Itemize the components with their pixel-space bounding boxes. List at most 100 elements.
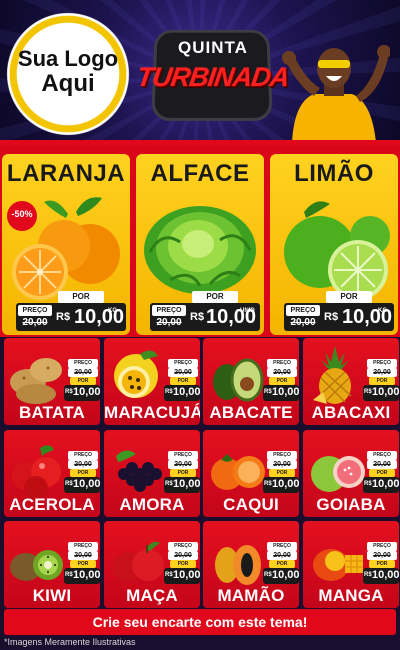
product-card[interactable]: PREÇO 20,00 POR R$ 10,00 MANGA — [303, 521, 399, 608]
logo-line-2: Aqui — [41, 70, 95, 97]
preco-label: PREÇO — [68, 542, 98, 551]
kiwi-icon — [10, 550, 63, 581]
currency: R$ — [190, 311, 205, 323]
preco-label: PREÇO — [168, 359, 198, 368]
por-label: POR — [369, 560, 395, 568]
product-name: BATATA — [18, 403, 86, 422]
lettuce-icon — [144, 206, 256, 294]
price-tag: R$ 10,00 — [363, 385, 399, 401]
price-value: 10,00 — [272, 569, 299, 581]
avocado-icon — [213, 358, 264, 402]
por-label: POR — [269, 377, 295, 385]
product-name: ACEROLA — [9, 495, 95, 514]
price-value: 10,00 — [173, 386, 200, 398]
product-card[interactable]: PREÇO 20,00 POR R$ 10,00 ACEROLA — [4, 430, 100, 517]
currency: R$ — [364, 389, 372, 395]
por-label: POR — [70, 377, 96, 385]
discount-label: -50% — [11, 209, 33, 219]
old-price: 20,00 — [156, 317, 182, 328]
lime-icon — [284, 201, 390, 300]
guava-icon — [311, 456, 365, 492]
currency: R$ — [65, 481, 73, 487]
por-label: POR — [70, 469, 96, 477]
preco-label: PREÇO — [367, 451, 397, 460]
por-label: POR — [170, 560, 196, 568]
product-card[interactable]: PREÇO 20,00 POR R$ 10,00 GOIABA — [303, 430, 399, 517]
currency: R$ — [264, 572, 272, 578]
preco-label: PREÇO — [18, 305, 52, 316]
celebrating-man-icon — [282, 45, 390, 143]
currency: R$ — [165, 572, 173, 578]
currency: R$ — [165, 389, 173, 395]
product-name: ABACAXI — [311, 403, 391, 422]
product-card[interactable]: PREÇO 20,00 POR R$ 10,00 KIWI — [4, 521, 100, 608]
old-price: 20,00 — [367, 368, 397, 377]
price-tag: R$ 10,00 — [164, 385, 200, 401]
currency: R$ — [264, 389, 272, 395]
logo-placeholder[interactable]: Sua Logo Aqui — [6, 46, 130, 96]
price-tag: R$ 10,00 — [363, 477, 399, 493]
featured-card-laranja[interactable]: LARANJA -50% POR PREÇO 20,00 R$ 10,00 KG — [2, 154, 130, 335]
price-tag: R$ 10,00 — [363, 568, 399, 584]
old-price: 20,00 — [290, 317, 316, 328]
header-banner: Sua Logo Aqui QUINTA TURBINADA — [0, 0, 400, 143]
apple-icon — [113, 541, 164, 582]
papaya-icon — [215, 545, 261, 585]
old-price: 20,00 — [367, 460, 397, 469]
por-label: POR — [170, 377, 196, 385]
old-price: 20,00 — [68, 368, 98, 377]
old-price: 20,00 — [168, 460, 198, 469]
price-value: 10,00 — [372, 569, 399, 581]
product-card[interactable]: PREÇO 20,00 POR R$ 10,00 AMORA — [104, 430, 200, 517]
price-tag: PREÇO 20,00 R$ 10,00 KG — [284, 303, 394, 331]
product-name: LARANJA — [6, 160, 126, 187]
por-label: POR — [369, 377, 395, 385]
price-tag: PREÇO 20,00 R$ 10,00 KG — [16, 303, 126, 331]
por-label: POR — [269, 560, 295, 568]
featured-card-limao[interactable]: LIMÃO POR PREÇO 20,00 R$ 10,00 KG — [270, 154, 398, 335]
product-card[interactable]: PREÇO 20,00 POR R$ 10,00 ABACATE — [203, 338, 299, 425]
preco-label: PREÇO — [168, 542, 198, 551]
por-label: POR — [369, 469, 395, 477]
price-tag: R$ 10,00 — [164, 568, 200, 584]
product-card[interactable]: PREÇO 20,00 POR R$ 10,00 BATATA — [4, 338, 100, 425]
product-name: CAQUI — [223, 495, 279, 514]
price-value: 10,00 — [372, 386, 399, 398]
product-name: MAMÃO — [217, 586, 285, 605]
product-name: ALFACE — [150, 160, 250, 187]
por-label: POR — [326, 291, 372, 303]
product-card[interactable]: PREÇO 20,00 POR R$ 10,00 MAMÃO — [203, 521, 299, 608]
price-value: 10,00 — [272, 478, 299, 490]
featured-card-alface[interactable]: ALFACE POR PREÇO 20,00 R$ 10,00 UNID — [136, 154, 264, 335]
logo-line-1: Sua Logo — [17, 46, 119, 71]
preco-label: PREÇO — [68, 359, 98, 368]
old-price: 20,00 — [267, 460, 297, 469]
product-name: MARACUJÁ — [104, 403, 200, 422]
price-unit: KG — [108, 308, 117, 314]
product-card[interactable]: PREÇO 20,00 POR R$ 10,00 MAÇA — [104, 521, 200, 608]
preco-label: PREÇO — [286, 305, 320, 316]
por-label: POR — [170, 469, 196, 477]
acerola-icon — [12, 445, 61, 500]
blackberry-icon — [116, 450, 162, 492]
price-tag: R$ 10,00 — [64, 477, 100, 493]
currency: R$ — [364, 572, 372, 578]
product-card[interactable]: PREÇO 20,00 POR R$ 10,00 MARACUJÁ — [104, 338, 200, 425]
price-value: 10,00 — [372, 478, 399, 490]
currency: R$ — [264, 481, 272, 487]
product-card[interactable]: PREÇO 20,00 POR R$ 10,00 CAQUI — [203, 430, 299, 517]
currency: R$ — [165, 481, 173, 487]
por-label: POR — [192, 291, 238, 303]
potato-icon — [10, 358, 62, 404]
price-value: 10,00 — [173, 569, 200, 581]
flyer: Sua Logo Aqui QUINTA TURBINADA LARANJA -… — [0, 0, 400, 650]
currency: R$ — [65, 572, 73, 578]
cta-button[interactable]: Crie seu encarte com este tema! — [4, 609, 396, 635]
price-unit: KG — [378, 308, 387, 314]
badge-bottom-text: TURBINADA — [134, 62, 291, 92]
price-tag: R$ 10,00 — [263, 385, 299, 401]
old-price: 20,00 — [22, 317, 48, 328]
price-value: 10,00 — [73, 478, 100, 490]
product-card[interactable]: PREÇO 20,00 POR R$ 10,00 ABACAXI — [303, 338, 399, 425]
price-tag: PREÇO 20,00 R$ 10,00 UNID — [150, 303, 260, 331]
